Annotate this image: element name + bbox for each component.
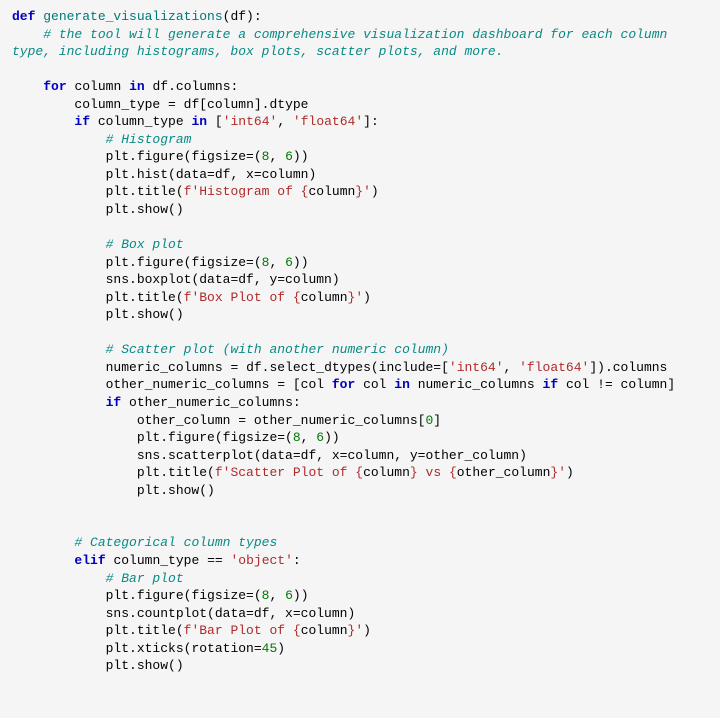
sns-countplot: sns.countplot(data=df, x=column) (106, 606, 356, 621)
df-columns: df.columns: (152, 79, 238, 94)
sns-boxplot: sns.boxplot(data=df, y=column) (106, 272, 340, 287)
column-type-var: column_type (74, 97, 160, 112)
assign-op-3: = (269, 377, 292, 392)
keyword-def: def (12, 9, 35, 24)
brace-open-2: { (293, 290, 301, 305)
comment-scatter: # Scatter plot (with another numeric col… (106, 342, 449, 357)
comment-intro: # the tool will generate a comprehensive… (12, 27, 675, 60)
figsize-h-3: 6 (316, 430, 324, 445)
title-end-4: ' (355, 623, 363, 638)
sns-scatterplot: sns.scatterplot(data=df, x=column, y=oth… (137, 448, 527, 463)
plt-xticks: plt.xticks(rotation= (106, 641, 262, 656)
title-end-1: ' (363, 184, 371, 199)
hist-title-a: 'Histogram of (191, 184, 300, 199)
plt-title-1: plt.title( (106, 184, 184, 199)
comment-bar: # Bar plot (106, 571, 184, 586)
bracket-close: ] (433, 413, 441, 428)
function-args: (df): (223, 9, 262, 24)
keyword-if: if (74, 114, 90, 129)
keyword-if-2: if (543, 377, 559, 392)
brace-close-1: } (355, 184, 363, 199)
select-dtypes: df.select_dtypes(include=[ (246, 360, 449, 375)
plt-figure-4: plt.figure(figsize=( (106, 588, 262, 603)
figsize-w-1: 8 (262, 149, 270, 164)
brace-open-4: { (449, 465, 457, 480)
if-other: other_numeric_columns: (129, 395, 301, 410)
plt-show-3: plt.show() (137, 483, 215, 498)
comment-histogram: # Histogram (106, 132, 192, 147)
comment-boxplot: # Box plot (106, 237, 184, 252)
col-var-3: column (363, 465, 410, 480)
float64-str-2: 'float64' (519, 360, 589, 375)
figsize-w-4: 8 (262, 588, 270, 603)
col-var-2: column (301, 290, 348, 305)
plt-figure-3: plt.figure(figsize=( (137, 430, 293, 445)
brace-open-5: { (293, 623, 301, 638)
brace-open-3: { (355, 465, 363, 480)
list-comp-c: numeric_columns (410, 377, 543, 392)
list-comp-a: [col (293, 377, 332, 392)
figsize-w-2: 8 (262, 255, 270, 270)
col-var-4: column (301, 623, 348, 638)
plt-show-1: plt.show() (106, 202, 184, 217)
comment-categorical: # Categorical column types (74, 535, 277, 550)
dot-columns: ]).columns (589, 360, 667, 375)
assign-op: = (160, 97, 183, 112)
plt-figure-1: plt.figure(figsize=( (106, 149, 262, 164)
rotation-val: 45 (262, 641, 278, 656)
float64-str: 'float64' (293, 114, 363, 129)
other-numeric-var: other_numeric_columns (106, 377, 270, 392)
keyword-for-2: for (332, 377, 355, 392)
f-prefix-3: f (215, 465, 223, 480)
keyword-elif: elif (74, 553, 105, 568)
figsize-h-4: 6 (285, 588, 293, 603)
box-title-a: 'Box Plot of (191, 290, 292, 305)
keyword-for: for (43, 79, 66, 94)
keyword-in2: in (191, 114, 207, 129)
figsize-h-1: 6 (285, 149, 293, 164)
scatter-title-a: 'Scatter Plot of (223, 465, 356, 480)
keyword-in-3: in (394, 377, 410, 392)
function-name: generate_visualizations (43, 9, 222, 24)
plt-show-2: plt.show() (106, 307, 184, 322)
plt-title-2: plt.title( (106, 290, 184, 305)
scatter-title-b: vs (418, 465, 449, 480)
figsize-h-2: 6 (285, 255, 293, 270)
numeric-cols-var: numeric_columns (106, 360, 223, 375)
type-check-var-2: column_type (113, 553, 199, 568)
title-end-3: ' (558, 465, 566, 480)
brace-close-3: } (410, 465, 418, 480)
int64-str-2: 'int64' (449, 360, 504, 375)
assign-op-2: = (223, 360, 246, 375)
bar-title-a: 'Bar Plot of (191, 623, 292, 638)
df-col-dtype: df[column].dtype (184, 97, 309, 112)
list-comp-b: col (355, 377, 394, 392)
object-str: 'object' (231, 553, 293, 568)
col-var-1: column (308, 184, 355, 199)
keyword-if-3: if (106, 395, 122, 410)
other-col-assign: other_column = other_numeric_columns[ (137, 413, 426, 428)
other-col-var: other_column (457, 465, 551, 480)
int64-str: 'int64' (223, 114, 278, 129)
type-check-var: column_type (98, 114, 184, 129)
figsize-w-3: 8 (293, 430, 301, 445)
plt-show-4: plt.show() (106, 658, 184, 673)
plt-title-3: plt.title( (137, 465, 215, 480)
keyword-in: in (129, 79, 145, 94)
plt-hist: plt.hist(data=df, x=column) (106, 167, 317, 182)
plt-title-4: plt.title( (106, 623, 184, 638)
plt-figure-2: plt.figure(figsize=( (106, 255, 262, 270)
list-comp-d: col != column] (558, 377, 675, 392)
code-block: def generate_visualizations(df): # the t… (12, 8, 708, 675)
title-end-2: ' (355, 290, 363, 305)
eq-check: == (199, 553, 230, 568)
loop-var: column (74, 79, 121, 94)
